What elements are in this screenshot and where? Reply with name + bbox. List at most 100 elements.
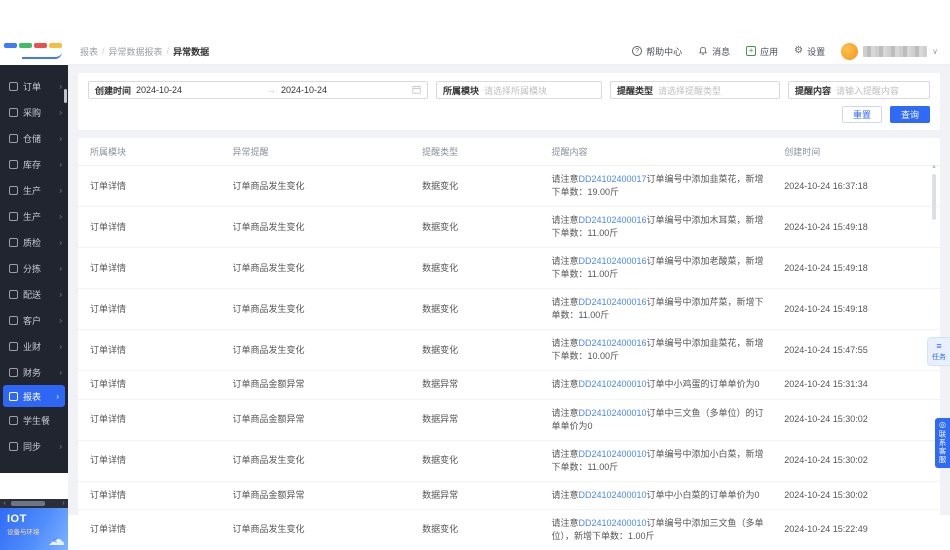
finance-icon — [9, 368, 18, 377]
scroll-left-icon[interactable]: ‹ — [0, 499, 9, 508]
breadcrumb: 报表/异常数据报表/异常数据 — [80, 45, 209, 58]
table-row: 订单详情订单商品发生变化数据变化请注意DD24102400016订单编号中添加芹… — [78, 289, 940, 330]
main-content: 创建时间 2024-10-24 → 2024-10-24 所属模块 请选择所属模… — [68, 65, 950, 515]
topbar-action-label: 帮助中心 — [646, 45, 682, 58]
cell-alert: 订单商品发生变化 — [225, 509, 415, 550]
table-row: 订单详情订单商品发生变化数据变化请注意DD24102400017订单编号中添加韭… — [78, 166, 940, 207]
created-time-range-picker[interactable]: 创建时间 2024-10-24 → 2024-10-24 — [88, 81, 428, 99]
order-number-link[interactable]: DD24102400016 — [578, 256, 646, 266]
sidebar-item-业财[interactable]: 业财› — [0, 333, 68, 359]
chevron-right-icon: › — [59, 442, 62, 451]
order-number-link[interactable]: DD24102400016 — [578, 215, 646, 225]
table-body: 订单详情订单商品发生变化数据变化请注意DD24102400017订单编号中添加韭… — [78, 166, 940, 550]
cell-module: 订单详情 — [78, 371, 225, 399]
sidebar-item-仓储[interactable]: 仓储› — [0, 125, 68, 151]
content-text: 订单中小白菜的订单单价为0 — [647, 490, 760, 500]
order-number-link[interactable]: DD24102400010 — [578, 408, 646, 418]
module-select[interactable]: 所属模块 请选择所属模块 — [436, 81, 602, 99]
filter-panel: 创建时间 2024-10-24 → 2024-10-24 所属模块 请选择所属模… — [78, 73, 940, 130]
remind-type-select[interactable]: 提醒类型 请选择提醒类型 — [610, 81, 780, 99]
column-header: 所属模块 — [78, 138, 225, 166]
chevron-right-icon: › — [59, 264, 62, 273]
date-to-value[interactable]: 2024-10-24 — [281, 85, 407, 95]
query-button[interactable]: 查询 — [890, 106, 930, 123]
sidebar-item-学生餐[interactable]: 学生餐 — [0, 407, 68, 433]
order-number-link[interactable]: DD24102400016 — [578, 297, 646, 307]
topbar-action-help[interactable]: ?帮助中心 — [632, 45, 682, 58]
cell-created-time: 2024-10-24 16:37:18 — [776, 166, 940, 207]
topbar-action-label: 应用 — [760, 45, 778, 58]
order-number-link[interactable]: DD24102400010 — [578, 518, 646, 528]
cell-type: 数据变化 — [414, 166, 543, 207]
logo-bars — [4, 43, 62, 48]
sidebar-item-报表[interactable]: 报表› — [3, 385, 65, 407]
tasks-widget[interactable]: ≡ 任务 — [927, 337, 950, 366]
cell-created-time: 2024-10-24 15:31:34 — [776, 371, 940, 399]
sidebar-item-label: 库存 — [23, 158, 59, 171]
sidebar-item-label: 配送 — [23, 288, 59, 301]
content-prefix: 请注意 — [551, 215, 578, 225]
content-text: 订单中小鸡蛋的订单单价为0 — [647, 379, 760, 389]
contact-support-widget[interactable]: ◎ 联系客服 — [935, 418, 950, 468]
remind-content-input[interactable]: 提醒内容 请输入提醒内容 — [788, 81, 930, 99]
scrollbar-thumb[interactable] — [11, 501, 45, 506]
quality-icon — [9, 238, 18, 247]
scroll-right-icon[interactable]: › — [59, 499, 68, 508]
table-scrollbar-thumb[interactable] — [932, 174, 936, 220]
abnormal-data-table: 所属模块异常提醒提醒类型提醒内容创建时间 订单详情订单商品发生变化数据变化请注意… — [78, 138, 940, 550]
logo-bar-blue — [4, 43, 17, 48]
chevron-right-icon: › — [59, 108, 62, 117]
topbar-action-bell[interactable]: 消息 — [698, 45, 730, 58]
order-number-link[interactable]: DD24102400010 — [578, 379, 646, 389]
sidebar-item-分拣[interactable]: 分拣› — [0, 255, 68, 281]
cell-content: 请注意DD24102400010订单中小白菜的订单单价为0 — [543, 481, 776, 509]
tasks-label: 任务 — [932, 352, 946, 362]
order-number-link[interactable]: DD24102400017 — [578, 174, 646, 184]
sidebar-item-生产-2[interactable]: 生产› — [0, 203, 68, 229]
sidebar-item-label: 质检 — [23, 236, 59, 249]
reset-button[interactable]: 重置 — [842, 106, 882, 123]
order-number-link[interactable]: DD24102400010 — [578, 449, 646, 459]
table-row: 订单详情订单商品发生变化数据变化请注意DD24102400010订单编号中添加小… — [78, 440, 940, 481]
cell-type: 数据变化 — [414, 207, 543, 248]
sorting-icon — [9, 264, 18, 273]
sidebar-item-订单[interactable]: 订单› — [0, 73, 68, 99]
business-finance-icon — [9, 342, 18, 351]
cell-module: 订单详情 — [78, 248, 225, 289]
content-prefix: 请注意 — [551, 408, 578, 418]
sidebar-item-配送[interactable]: 配送› — [0, 281, 68, 307]
sidebar-horizontal-scrollbar[interactable]: ‹ › — [0, 499, 68, 508]
iot-banner[interactable]: IOT 设备与环境 ☁< — [0, 508, 68, 550]
cell-module: 订单详情 — [78, 207, 225, 248]
cell-alert: 订单商品发生变化 — [225, 248, 415, 289]
sidebar-item-采购[interactable]: 采购› — [0, 99, 68, 125]
table-row: 订单详情订单商品金额异常数据异常请注意DD24102400010订单中小鸡蛋的订… — [78, 371, 940, 399]
sidebar-item-客户[interactable]: 客户› — [0, 307, 68, 333]
sidebar-item-同步[interactable]: 同步› — [0, 433, 68, 459]
topbar-action-apps[interactable]: +应用 — [746, 45, 778, 58]
topbar-action-gear[interactable]: ⚙设置 — [794, 45, 825, 58]
date-from-value[interactable]: 2024-10-24 — [136, 85, 262, 95]
cell-alert: 订单商品金额异常 — [225, 399, 415, 440]
username-redacted — [863, 46, 927, 57]
order-number-link[interactable]: DD24102400010 — [578, 490, 646, 500]
chevron-right-icon: › — [56, 392, 59, 401]
sidebar-item-生产[interactable]: 生产› — [0, 177, 68, 203]
chevron-right-icon: › — [59, 186, 62, 195]
cell-type: 数据变化 — [414, 509, 543, 550]
avatar — [841, 43, 858, 60]
scrollbar-track[interactable] — [9, 501, 59, 506]
sidebar-item-财务[interactable]: 财务› — [0, 359, 68, 385]
user-menu[interactable]: ∨ — [841, 43, 938, 60]
breadcrumb-item[interactable]: 报表 — [80, 45, 98, 58]
sidebar-item-库存[interactable]: 库存› — [0, 151, 68, 177]
sidebar-item-质检[interactable]: 质检› — [0, 229, 68, 255]
table-row: 订单详情订单商品发生变化数据变化请注意DD24102400016订单编号中添加老… — [78, 248, 940, 289]
breadcrumb-item[interactable]: 异常数据报表 — [109, 45, 163, 58]
scroll-up-icon[interactable]: ▲ — [930, 164, 938, 170]
order-number-link[interactable]: DD24102400016 — [578, 338, 646, 348]
chevron-right-icon: › — [59, 160, 62, 169]
production2-icon — [9, 212, 18, 221]
cell-alert: 订单商品发生变化 — [225, 207, 415, 248]
remind-type-label: 提醒类型 — [617, 84, 653, 97]
